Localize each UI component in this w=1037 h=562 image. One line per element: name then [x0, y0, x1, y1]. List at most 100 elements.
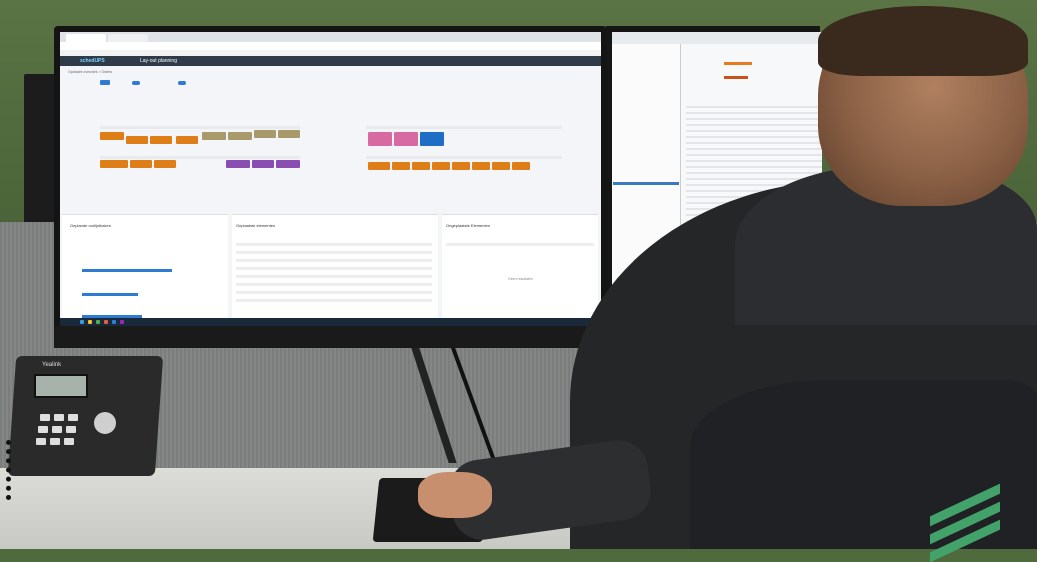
toggle-switch[interactable]	[132, 81, 140, 85]
panel-title: Geplaatste elementen	[236, 223, 276, 228]
taskbar-icon[interactable]	[80, 320, 84, 324]
element-block[interactable]	[412, 162, 430, 170]
element-block[interactable]	[228, 132, 252, 140]
element-block[interactable]	[100, 160, 128, 168]
lane	[366, 126, 562, 129]
app-logo: schedUPS	[80, 58, 105, 64]
lane	[100, 126, 300, 129]
phone-key[interactable]	[36, 438, 46, 445]
phone-display	[34, 374, 88, 398]
element-block[interactable]	[394, 132, 418, 146]
section-header	[613, 182, 679, 185]
panel-title: Geplande oorlijsthaken	[70, 223, 111, 228]
toggle-switch[interactable]	[178, 81, 186, 85]
phone-key[interactable]	[50, 438, 60, 445]
element-block[interactable]	[202, 132, 226, 140]
panel-title: Ongeplaatste Elementen	[446, 223, 491, 228]
menu-toolbar	[612, 32, 822, 44]
left-monitor-screen: schedUPS Lay-out planning Opdracht overz…	[60, 32, 601, 326]
element-block[interactable]	[432, 162, 450, 170]
left-monitor-chin	[54, 326, 607, 348]
table-row[interactable]	[686, 142, 822, 144]
taskbar-icon[interactable]	[96, 320, 100, 324]
phone-key[interactable]	[40, 414, 50, 421]
table-row[interactable]	[236, 275, 432, 278]
app-header: schedUPS Lay-out planning	[60, 56, 601, 66]
layout-canvas	[90, 112, 580, 212]
table-row[interactable]	[236, 299, 432, 302]
progress-bar	[82, 269, 172, 272]
office-chair	[690, 380, 1037, 549]
phone-key[interactable]	[38, 426, 48, 433]
phone-brand: Yealink	[42, 362, 62, 368]
taskbar-icon[interactable]	[88, 320, 92, 324]
person-hand	[418, 472, 492, 518]
table-row[interactable]	[686, 112, 822, 114]
table-row[interactable]	[236, 267, 432, 270]
taskbar-icon[interactable]	[104, 320, 108, 324]
phone-key[interactable]	[52, 426, 62, 433]
table-row[interactable]	[686, 124, 822, 126]
element-block[interactable]	[276, 160, 300, 168]
element-block[interactable]	[130, 160, 152, 168]
taskbar	[60, 318, 601, 326]
table-row[interactable]	[686, 148, 822, 150]
lane	[366, 156, 562, 159]
table-row[interactable]	[686, 172, 822, 174]
selected-field[interactable]	[724, 76, 748, 79]
table-row[interactable]	[686, 136, 822, 138]
element-block[interactable]	[368, 132, 392, 146]
browser-tab[interactable]	[66, 34, 106, 42]
empty-state: Geen resultaten	[508, 277, 533, 281]
table-row[interactable]	[236, 259, 432, 262]
element-block[interactable]	[492, 162, 510, 170]
placed-elements-panel: Geplaatste elementen	[232, 214, 438, 319]
element-block[interactable]	[126, 136, 148, 144]
element-block[interactable]	[254, 130, 276, 138]
unplaced-elements-panel: Ongeplaatste Elementen Geen resultaten	[442, 214, 598, 319]
table-header	[446, 243, 594, 246]
element-block[interactable]	[420, 132, 444, 146]
breadcrumb: Opdracht overzicht > Orders	[68, 70, 113, 74]
element-block[interactable]	[392, 162, 410, 170]
element-block[interactable]	[368, 162, 390, 170]
view-button[interactable]	[100, 80, 110, 85]
table-row[interactable]	[686, 160, 822, 162]
phone-key[interactable]	[54, 414, 64, 421]
speaker	[24, 74, 58, 229]
element-block[interactable]	[252, 160, 274, 168]
page-title: Lay-out planning	[140, 58, 177, 64]
table-row[interactable]	[236, 251, 432, 254]
table-row[interactable]	[686, 166, 822, 168]
element-block[interactable]	[278, 130, 300, 138]
table-row[interactable]	[686, 130, 822, 132]
table-row[interactable]	[236, 243, 432, 246]
element-block[interactable]	[176, 136, 198, 144]
table-row[interactable]	[236, 291, 432, 294]
element-block[interactable]	[226, 160, 250, 168]
element-block[interactable]	[100, 132, 124, 140]
phone-cord	[6, 440, 35, 500]
taskbar-icon[interactable]	[120, 320, 124, 324]
element-block[interactable]	[472, 162, 490, 170]
planned-panel: Geplande oorlijsthaken	[62, 214, 228, 319]
phone-key[interactable]	[66, 426, 76, 433]
element-block[interactable]	[150, 136, 172, 144]
taskbar-icon[interactable]	[112, 320, 116, 324]
phone-key[interactable]	[64, 438, 74, 445]
selected-field[interactable]	[724, 62, 752, 65]
table-row[interactable]	[686, 154, 822, 156]
element-block[interactable]	[512, 162, 530, 170]
toolbar	[68, 78, 598, 86]
phone-nav-pad[interactable]	[94, 412, 116, 434]
person-hair	[818, 6, 1028, 76]
table-row[interactable]	[686, 118, 822, 120]
browser-tab[interactable]	[108, 34, 148, 42]
progress-bar	[82, 293, 138, 296]
table-row[interactable]	[686, 106, 822, 108]
phone-key[interactable]	[68, 414, 78, 421]
lane	[100, 156, 300, 159]
element-block[interactable]	[154, 160, 176, 168]
table-row[interactable]	[236, 283, 432, 286]
element-block[interactable]	[452, 162, 470, 170]
